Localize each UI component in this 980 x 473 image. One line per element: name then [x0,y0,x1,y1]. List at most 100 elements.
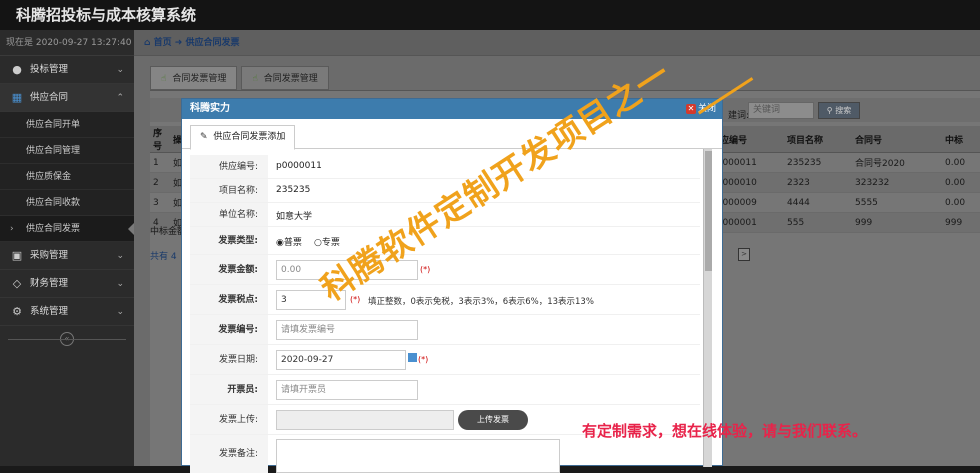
cell-no: 2 [150,172,170,193]
tax-hint: 填正整数，0表示免税，3表示3%，6表示6%，13表示13% [368,297,594,307]
radio-special-invoice[interactable]: ○专票 [314,235,340,248]
sidebar-item-label: 采购管理 [30,250,69,261]
promo-text: 有定制需求，想在线体验，请与我们联系。 [582,422,868,440]
tab-label: 合同发票管理 [263,74,318,84]
field-label: 项目名称: [190,179,268,202]
cart-icon: ▣ [11,249,23,262]
sidebar-collapse-toggle[interactable]: « [0,328,134,350]
field-label: 发票金额: [190,255,268,284]
field-label: 发票日期: [190,345,268,374]
project-value: 235235 [276,185,311,195]
sidebar: 现在是 2020-09-27 13:27:40 ● 投标管理 ⌄ ▦ 供应合同 … [0,30,135,466]
home-icon: ⌂ [144,38,151,48]
sidebar-subitem-invoice[interactable]: › 供应合同发票 [0,216,135,242]
sidebar-subitem-contract-manage[interactable]: 供应合同管理 [0,138,134,164]
tab-invoice-manage-2[interactable]: ☝ 合同发票管理 [241,66,329,90]
radio-checked-icon[interactable]: ◉ [276,238,284,248]
cell-no: 1 [150,152,170,173]
grid-icon: ▦ [11,91,23,104]
current-time: 现在是 2020-09-27 13:27:40 [0,30,134,56]
remark-textarea[interactable] [276,439,560,473]
cell-contract: 5555 [852,192,942,213]
sidebar-item-label: 供应合同 [30,92,69,103]
cell-project: 4444 [784,192,852,213]
sidebar-subitem-label: 供应合同开单 [26,120,81,130]
double-chevron-left-icon[interactable]: « [60,332,74,346]
cell-bid: 0.00 [942,152,980,173]
edit-icon: ✎ [200,132,208,142]
cell-no: 3 [150,192,170,213]
tab-invoice-manage[interactable]: ☝ 合同发票管理 [150,66,238,90]
tab-label: 供应合同发票添加 [213,132,286,142]
gear-icon: ⚙ [12,305,22,318]
invoice-number-input[interactable]: 请填发票编号 [276,320,418,340]
chevron-right-icon: › [10,224,14,234]
cell-bid: 0.00 [942,192,980,213]
row-issuer: 开票员: 请填开票员 [190,375,700,405]
search-input[interactable]: 关键词 [748,102,814,119]
cell-project: 555 [784,212,852,233]
tab-label: 合同发票管理 [172,74,227,84]
cell-bid: 999 [942,212,980,233]
col-header[interactable]: 合同号 [852,126,942,153]
field-label: 单位名称: [190,203,268,226]
sidebar-item-purchase[interactable]: ▣ 采购管理 ⌄ [0,242,134,270]
chevron-down-icon: ⌄ [116,307,124,317]
radio-normal-invoice[interactable]: ◉普票 [276,235,302,248]
row-number: 发票编号: 请填发票编号 [190,315,700,345]
chevron-down-icon: ⌄ [116,251,124,261]
row-code: 供应编号: p0000011 [190,155,700,179]
diamond-icon: ◇ [12,277,22,290]
close-icon[interactable]: ✕ [685,104,696,114]
scroll-thumb[interactable] [705,151,712,271]
sidebar-item-supply-contract[interactable]: ▦ 供应合同 ⌃ [0,84,134,112]
dialog-title: 科腾实力 [190,103,230,114]
invoice-date-input[interactable]: 2020-09-27 [276,350,406,370]
col-header[interactable]: 序号 [150,126,170,153]
field-label: 开票员: [190,375,268,404]
sidebar-item-system[interactable]: ⚙ 系统管理 ⌄ [0,298,134,326]
chevron-down-icon: ⌄ [116,65,124,75]
sidebar-item-finance[interactable]: ◇ 财务管理 ⌄ [0,270,134,298]
sidebar-subitem-label: 供应合同管理 [26,146,81,156]
dialog-tab-bar: ✎ 供应合同发票添加 [182,119,722,150]
thumbs-up-icon: ☝ [252,74,258,84]
cell-bid: 0.00 [942,172,980,193]
tab-bar: ☝ 合同发票管理 ☝ 合同发票管理 [150,66,333,90]
sidebar-subitem-warranty[interactable]: 供应质保金 [0,164,134,190]
unit-value: 如意大学 [276,212,313,222]
col-header[interactable]: 中标 [942,126,980,153]
issuer-input[interactable]: 请填开票员 [276,380,418,400]
breadcrumb-home[interactable]: 首页 [154,38,172,48]
tab-invoice-add[interactable]: ✎ 供应合同发票添加 [190,125,296,150]
col-header[interactable]: 项目名称 [784,126,852,153]
field-label: 发票上传: [190,405,268,434]
cell-contract: 合同号2020 [852,152,942,173]
calendar-icon[interactable] [408,353,417,362]
sidebar-subitem-receipt[interactable]: 供应合同收款 [0,190,134,216]
upload-invoice-button[interactable]: 上传发票 [458,410,528,430]
sidebar-subitem-label: 供应质保金 [26,172,72,182]
cell-contract: 323232 [852,172,942,193]
radio-unchecked-icon[interactable]: ○ [314,238,322,248]
search-button[interactable]: ⚲ 搜索 [818,102,860,119]
sidebar-subitem-open-order[interactable]: 供应合同开单 [0,112,134,138]
total-count: 共有 4 [150,252,177,262]
next-page-button[interactable]: > [738,248,750,261]
field-label: 发票备注: [190,435,268,473]
sidebar-item-bidding[interactable]: ● 投标管理 ⌄ [0,56,134,84]
search-icon: ⚲ [826,106,833,115]
row-amount: 发票金额: 0.00 (*) [190,255,700,285]
sidebar-subitem-label: 供应合同收款 [26,198,81,208]
thumbs-up-icon: ☝ [161,74,167,84]
radio-label: 普票 [283,238,302,248]
cell-project: 235235 [784,152,852,173]
breadcrumb: ⌂ 首页 ➜ 供应合同发票 [134,30,980,56]
sidebar-subitem-label: 供应合同发票 [26,224,81,234]
required-mark: (*) [418,355,429,364]
required-mark: (*) [420,265,431,274]
app-title: 科腾招投标与成本核算系统 [0,0,980,30]
search-label: 建词: [728,111,750,121]
upload-path-field [276,410,454,430]
sidebar-item-label: 投标管理 [30,64,69,75]
